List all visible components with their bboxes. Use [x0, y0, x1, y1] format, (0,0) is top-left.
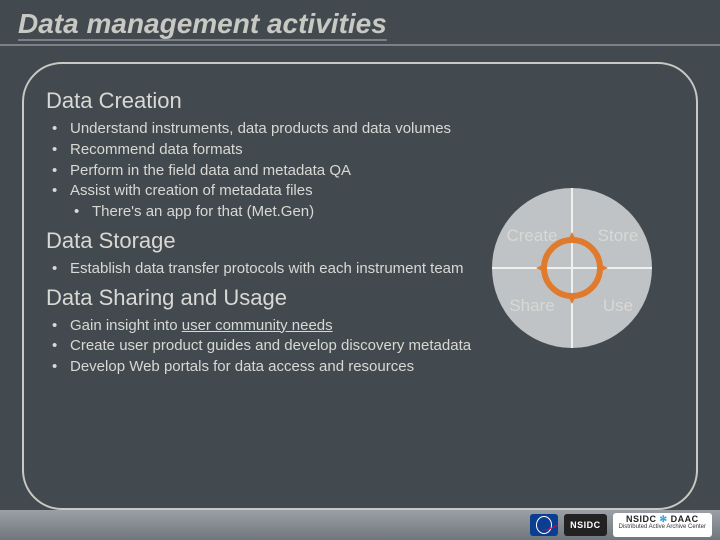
- list-item: Assist with creation of metadata files: [52, 182, 482, 201]
- quadrant-label: Share: [502, 296, 562, 316]
- list-item: Perform in the field data and metadata Q…: [52, 162, 482, 181]
- snowflake-icon: ✻: [660, 514, 668, 524]
- heading-data-creation: Data Creation: [46, 88, 476, 114]
- content-panel: Data Creation Understand instruments, da…: [22, 62, 698, 510]
- text: DAAC: [671, 514, 699, 524]
- list-data-creation: Understand instruments, data products an…: [52, 120, 482, 222]
- list-item: Gain insight into user community needs: [52, 317, 482, 336]
- cycle-arrows-icon: [472, 168, 672, 368]
- list-item: Understand instruments, data products an…: [52, 120, 482, 139]
- text: Gain insight into: [70, 317, 182, 334]
- content-left: Data Creation Understand instruments, da…: [46, 88, 476, 377]
- list-data-storage: Establish data transfer protocols with e…: [52, 260, 482, 279]
- text: NSIDC: [626, 514, 657, 524]
- list-item: Create user product guides and develop d…: [52, 337, 482, 356]
- quadrant-label: Create: [502, 226, 562, 246]
- text: Distributed Active Archive Center: [619, 524, 706, 530]
- nasa-logo-icon: [530, 514, 558, 536]
- heading-data-sharing: Data Sharing and Usage: [46, 285, 476, 311]
- nsidc-daac-logo: NSIDC ✻ DAAC Distributed Active Archive …: [613, 513, 712, 537]
- list-item: There's an app for that (Met.Gen): [74, 203, 482, 222]
- list-item: Develop Web portals for data access and …: [52, 358, 482, 377]
- quadrant-label: Use: [588, 296, 648, 316]
- nsidc-logo: NSIDC: [564, 514, 607, 536]
- footer-bar: NSIDC NSIDC ✻ DAAC Distributed Active Ar…: [0, 510, 720, 540]
- heading-data-storage: Data Storage: [46, 228, 476, 254]
- list-item: Recommend data formats: [52, 141, 482, 160]
- quadrant-label: Store: [588, 226, 648, 246]
- text-underline: user community needs: [182, 317, 333, 334]
- page-title: Data management activities: [18, 8, 702, 40]
- list-data-sharing: Gain insight into user community needs C…: [52, 317, 482, 377]
- list-item: Establish data transfer protocols with e…: [52, 260, 482, 279]
- lifecycle-diagram: Create Store Share Use: [472, 168, 672, 368]
